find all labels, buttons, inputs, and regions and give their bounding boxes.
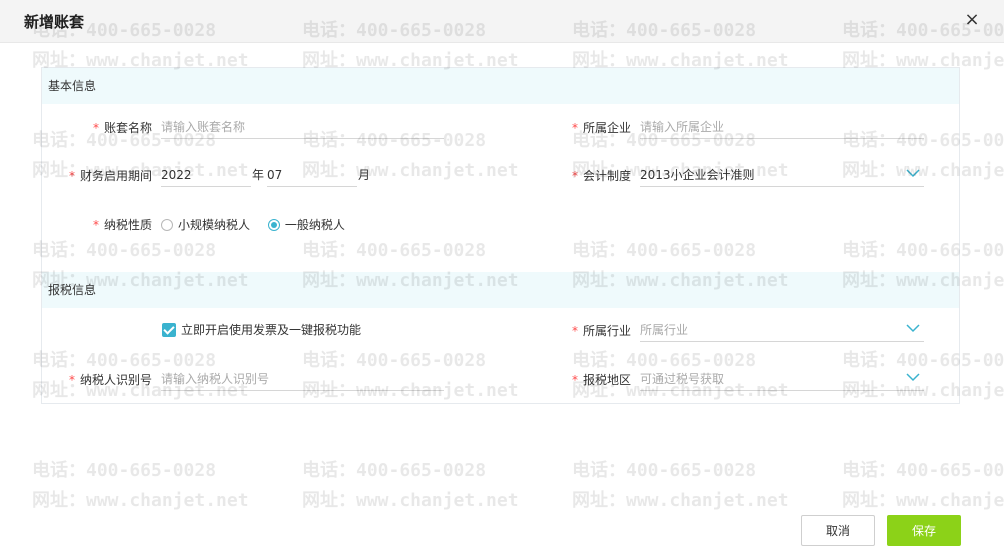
company-placeholder: 请输入所属企业 (640, 120, 725, 134)
chevron-down-icon (906, 169, 920, 178)
invoice-toggle-checkbox[interactable]: 立即开启使用发票及一键报税功能 (162, 321, 361, 339)
start-period-label: * 财务启用期间 (68, 169, 152, 183)
taxpayer-type-radio-group: 小规模纳税人 一般纳税人 (161, 215, 359, 235)
taxpayer-id-input[interactable]: 请输入纳税人识别号 (161, 367, 444, 391)
radio-general-taxpayer[interactable]: 一般纳税人 (267, 215, 345, 235)
book-name-label: * 账套名称 (92, 121, 152, 135)
accounting-system-label: * 会计制度 (571, 169, 631, 183)
section-tax-info: 报税信息 (42, 272, 959, 308)
industry-select[interactable]: 所属行业 (640, 318, 924, 342)
taxpayer-id-placeholder: 请输入纳税人识别号 (161, 372, 270, 386)
book-name-placeholder: 请输入账套名称 (161, 120, 246, 134)
chevron-down-icon (906, 373, 920, 382)
dialog-header: 新增账套 × (0, 0, 1004, 43)
invoice-toggle-label: 立即开启使用发票及一键报税功能 (181, 323, 362, 337)
chevron-down-icon (906, 324, 920, 333)
industry-placeholder: 所属行业 (640, 323, 689, 337)
radio-checked-icon (267, 219, 280, 231)
company-label: * 所属企业 (571, 121, 631, 135)
radio-small-taxpayer[interactable]: 小规模纳税人 (161, 215, 250, 235)
checkbox-checked-icon (162, 323, 176, 337)
tax-region-placeholder: 可通过税号获取 (640, 372, 725, 386)
cancel-button[interactable]: 取消 (801, 515, 875, 546)
watermark: 电话：400-665-0028网址：www.chanjet.net (842, 460, 1004, 511)
company-input[interactable]: 请输入所属企业 (640, 115, 924, 139)
year-unit: 年 (252, 168, 265, 182)
industry-label: * 所属行业 (571, 324, 631, 338)
radio-circle-icon (161, 219, 173, 231)
accounting-system-value: 2013小企业会计准则 (640, 168, 755, 182)
close-icon[interactable]: × (962, 10, 982, 30)
watermark: 电话：400-665-0028网址：www.chanjet.net (32, 460, 249, 511)
watermark: 电话：400-665-0028网址：www.chanjet.net (572, 460, 789, 511)
start-month-input[interactable]: 07 (267, 163, 357, 187)
watermark: 电话：400-665-0028网址：www.chanjet.net (302, 460, 519, 511)
taxpayer-type-label: * 纳税性质 (92, 218, 152, 232)
save-button[interactable]: 保存 (887, 515, 961, 546)
month-unit: 月 (358, 168, 371, 182)
section-basic-info: 基本信息 (42, 68, 959, 104)
start-year-input[interactable]: 2022 (161, 163, 251, 187)
tax-region-label: * 报税地区 (571, 373, 631, 387)
accounting-system-select[interactable]: 2013小企业会计准则 (640, 163, 924, 187)
dialog-title: 新增账套 (24, 13, 85, 31)
tax-region-select[interactable]: 可通过税号获取 (640, 367, 924, 391)
book-name-input[interactable]: 请输入账套名称 (161, 115, 444, 139)
taxpayer-id-label: * 纳税人识别号 (68, 373, 152, 387)
